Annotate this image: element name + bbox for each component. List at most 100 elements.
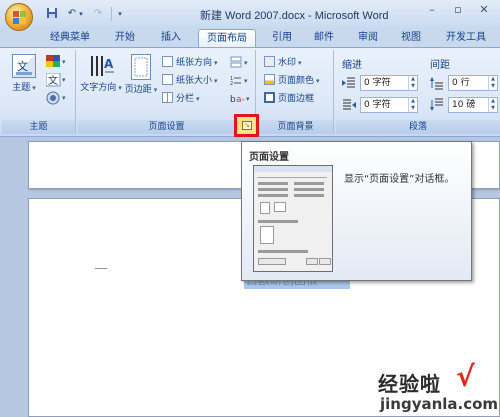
office-button[interactable]	[5, 3, 33, 31]
preview-line	[294, 188, 324, 191]
hyphenation-icon[interactable]: b a- ▾	[230, 92, 252, 105]
margins-icon	[131, 54, 151, 80]
spacing-after-icon	[430, 98, 444, 112]
page-borders-button[interactable]: 页面边框	[264, 92, 314, 106]
minimize-button[interactable]: –	[420, 2, 444, 18]
page-color-label: 页面颜色	[278, 76, 315, 86]
breaks-icon[interactable]: ▾	[230, 56, 252, 68]
watermark-url: jingyanla.com	[380, 395, 499, 413]
preview-line	[258, 188, 288, 191]
tab-home[interactable]: 开始	[106, 29, 144, 48]
page-color-button[interactable]: 页面颜色 ▾	[264, 74, 320, 88]
preview-titlebar	[254, 166, 332, 172]
paper-size-icon	[162, 74, 173, 85]
svg-text:文: 文	[48, 74, 58, 87]
tab-view[interactable]: 视图	[393, 29, 429, 48]
ribbon-tabs: 经典菜单 开始 插入 页面布局 引用 邮件 审阅 视图 开发工具	[0, 28, 500, 48]
spacing-before-value: 0 行	[452, 78, 470, 88]
watermark-icon	[264, 56, 275, 67]
indent-right-icon	[342, 98, 356, 112]
customize-qat-icon[interactable]: ▾	[115, 6, 125, 21]
orientation-label: 纸张方向	[176, 58, 213, 68]
svg-text:▾: ▾	[246, 95, 250, 103]
indent-right-spinner[interactable]: ▲ ▼	[408, 98, 417, 112]
tab-review[interactable]: 审阅	[350, 29, 386, 48]
spacing-after-input[interactable]: 10 磅 ▲ ▼	[448, 97, 498, 113]
size-button[interactable]: 纸张大小 ▾	[162, 74, 218, 88]
text-direction-icon: A	[89, 54, 114, 78]
theme-effects-icon[interactable]: ▾	[46, 91, 70, 105]
text-direction-label: 文字方向	[80, 83, 117, 93]
svg-text:文: 文	[17, 59, 28, 73]
orientation-button[interactable]: 纸张方向 ▾	[162, 56, 218, 70]
spacing-heading: 间距	[430, 60, 450, 71]
indent-left-input[interactable]: 0 字符 ▲ ▼	[360, 75, 418, 91]
theme-fonts-icon[interactable]: 文 ▾	[45, 72, 70, 87]
checkmark-icon: √	[456, 360, 475, 393]
svg-text:▾: ▾	[62, 58, 66, 66]
tooltip-description: 显示“页面设置”对话框。	[344, 174, 455, 185]
preview-orientation-box	[274, 202, 286, 212]
page-setup-dialog-launcher[interactable]: ↘	[234, 114, 259, 137]
preview-tabs	[257, 174, 327, 178]
svg-text:2: 2	[230, 81, 233, 86]
indent-right-input[interactable]: 0 字符 ▲ ▼	[360, 97, 418, 113]
svg-text:▾: ▾	[62, 76, 66, 84]
tab-developer[interactable]: 开发工具	[437, 29, 495, 48]
watermark-button[interactable]: 水印 ▾	[264, 56, 302, 70]
preview-default-button	[258, 258, 286, 265]
preview-line	[258, 182, 288, 185]
line-numbers-icon[interactable]: 1 2 ▾	[230, 74, 252, 87]
page-setup-tooltip: 页面设置 显示“页面设置”对话框。	[241, 141, 472, 281]
margins-label: 页边距	[124, 85, 152, 95]
columns-icon	[162, 92, 173, 103]
size-label: 纸张大小	[176, 76, 213, 86]
columns-label: 分栏	[176, 94, 195, 104]
page-background-group-label: 页面背景	[258, 120, 333, 134]
svg-text:▾: ▾	[244, 77, 248, 85]
spacing-before-input[interactable]: 0 行 ▲ ▼	[448, 75, 498, 91]
themes-button[interactable]: 文 主题 ▾	[8, 54, 40, 93]
office-logo-icon	[13, 11, 26, 24]
tab-classic-menu[interactable]: 经典菜单	[44, 29, 96, 48]
restore-button[interactable]: ▫	[446, 2, 470, 18]
window-title: 新建 Word 2007.docx - Microsoft Word	[200, 10, 389, 22]
svg-text:a-: a-	[236, 95, 245, 104]
margins-button[interactable]: 页边距 ▾	[124, 54, 158, 95]
tab-mailings[interactable]: 邮件	[306, 29, 342, 48]
indent-right-value: 0 字符	[364, 100, 391, 110]
paragraph-group-label: 段落	[336, 120, 500, 134]
qat-separator	[111, 7, 112, 21]
indent-left-value: 0 字符	[364, 78, 391, 88]
tab-insert[interactable]: 插入	[152, 29, 190, 48]
theme-colors-icon[interactable]: ▾	[46, 55, 70, 68]
close-button[interactable]: ✕	[472, 2, 496, 18]
preview-cancel-button	[319, 258, 331, 265]
indent-left-icon	[342, 76, 356, 90]
spacing-before-spinner[interactable]: ▲ ▼	[488, 76, 497, 90]
group-page-background: 水印 ▾ 页面颜色 ▾ 页面边框 页面背景	[258, 50, 334, 134]
page-color-icon	[264, 74, 275, 85]
themes-group-label: 主题	[2, 120, 75, 134]
tab-page-layout[interactable]: 页面布局	[198, 29, 256, 48]
page-borders-icon	[264, 92, 275, 103]
preview-orientation-box	[260, 202, 270, 214]
svg-text:▾: ▾	[244, 59, 248, 67]
group-page-setup: A 文字方向 ▾ 页边距 ▾ 纸张方向 ▾ 纸张大小 ▾ 分栏 ▾ ▾ 1 2 ▾ b a- ▾ …	[78, 50, 256, 134]
spacing-after-spinner[interactable]: ▲ ▼	[488, 98, 497, 112]
columns-button[interactable]: 分栏 ▾	[162, 92, 200, 106]
svg-text:A: A	[104, 57, 114, 71]
preview-page-box	[260, 226, 274, 244]
save-icon[interactable]	[44, 6, 60, 21]
preview-line	[294, 194, 324, 197]
margin-corner-left	[95, 259, 107, 269]
preview-ok-button	[306, 258, 318, 265]
tab-references[interactable]: 引用	[264, 29, 300, 48]
indent-left-spinner[interactable]: ▲ ▼	[408, 76, 417, 90]
text-direction-button[interactable]: A 文字方向 ▾	[80, 54, 122, 93]
dialog-launcher-icon: ↘	[242, 121, 252, 130]
undo-dropdown-icon[interactable]: ▾	[76, 6, 86, 21]
preview-line	[258, 194, 288, 197]
watermark-label: 水印	[278, 58, 297, 68]
redo-icon[interactable]: ↷	[90, 6, 106, 21]
